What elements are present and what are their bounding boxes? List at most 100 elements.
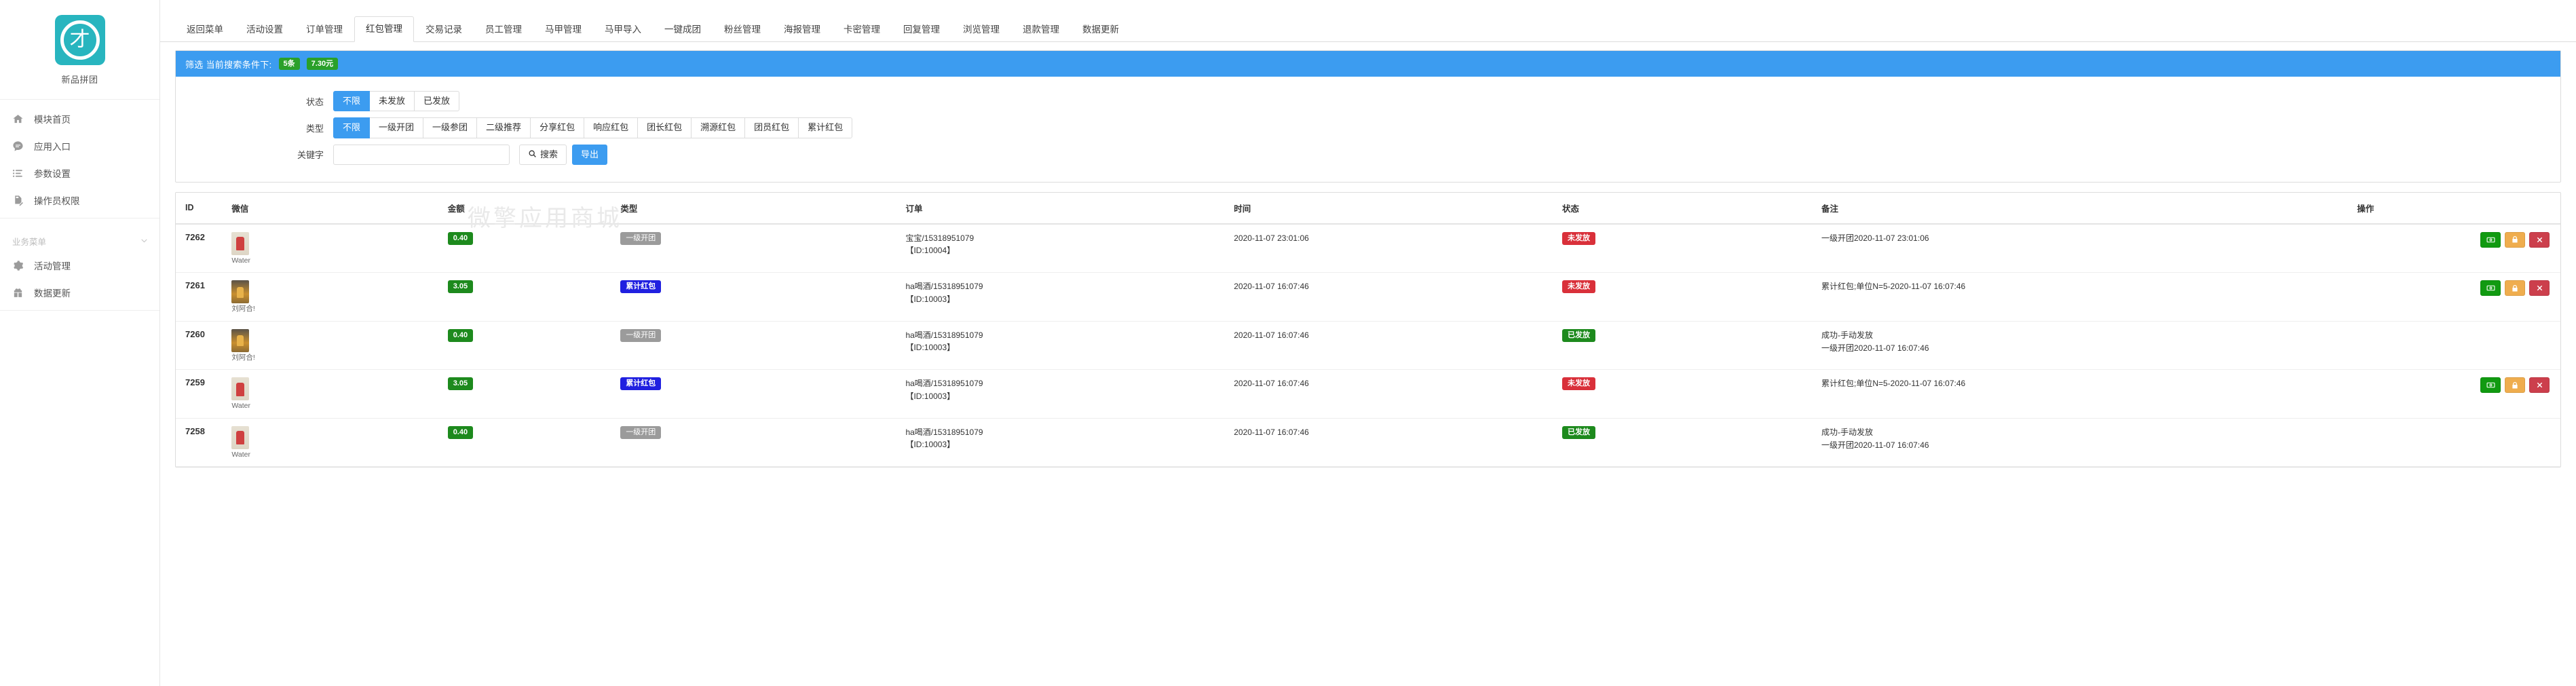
app-logo-icon: 才 xyxy=(54,15,105,65)
type-option-9[interactable]: 累计红包 xyxy=(798,117,853,138)
cell-status: 未发放 xyxy=(1558,272,1817,322)
status-badge: 未发放 xyxy=(1562,377,1596,391)
sidebar-item-module-home[interactable]: 模块首页 xyxy=(0,105,159,132)
tab-label: 马甲导入 xyxy=(605,24,641,35)
gift-icon xyxy=(12,287,34,299)
type-option-5[interactable]: 响应红包 xyxy=(584,117,639,138)
money-icon-button[interactable] xyxy=(2480,280,2501,297)
status-badge: 已发放 xyxy=(1562,328,1596,342)
tab-10[interactable]: 海报管理 xyxy=(772,17,832,42)
top-tabbar: 返回菜单 活动设置 订单管理 红包管理 交易记录 员工管理 马甲管理 马甲导入 一键成团 粉丝管理… xyxy=(160,0,2576,42)
type-option-0[interactable]: 不限 xyxy=(333,117,371,138)
cell-remark: 成功-手动发放 一级开团2020-11-07 16:07:46 xyxy=(1817,418,2353,468)
status-option-1[interactable]: 未发放 xyxy=(369,91,415,112)
lock-icon-button[interactable] xyxy=(2505,280,2525,297)
type-option-2[interactable]: 一级参团 xyxy=(423,117,478,138)
sidebar-item-data-update[interactable]: 数据更新 xyxy=(0,279,159,306)
type-option-4[interactable]: 分享红包 xyxy=(530,117,585,138)
brand-name: 新品拼团 xyxy=(61,75,98,85)
status-option-2[interactable]: 已发放 xyxy=(414,91,460,112)
tab-label: 活动设置 xyxy=(246,24,283,35)
cell-status: 已发放 xyxy=(1558,418,1817,468)
cell-amount: 3.05 xyxy=(443,272,617,322)
option-label: 未发放 xyxy=(379,96,406,106)
order-main: ha喝酒/15318951079 xyxy=(905,282,983,292)
money-icon-button[interactable] xyxy=(2480,377,2501,394)
tab-4[interactable]: 交易记录 xyxy=(414,17,474,42)
sidebar-item-activity-management[interactable]: 活动管理 xyxy=(0,252,159,279)
tab-7[interactable]: 马甲导入 xyxy=(593,17,653,42)
close-icon-button[interactable] xyxy=(2529,377,2550,394)
tab-label: 海报管理 xyxy=(784,24,820,35)
tab-5[interactable]: 员工管理 xyxy=(474,17,533,42)
search-input[interactable] xyxy=(333,144,510,165)
tab-8[interactable]: 一键成团 xyxy=(653,17,713,42)
tab-14[interactable]: 退款管理 xyxy=(1011,17,1071,42)
tab-1[interactable]: 活动设置 xyxy=(235,17,295,42)
tab-9[interactable]: 粉丝管理 xyxy=(713,17,772,42)
money-icon-button[interactable] xyxy=(2480,231,2501,248)
cell-action xyxy=(2353,369,2560,419)
order-main: ha喝酒/15318951079 xyxy=(905,427,983,437)
sidebar-item-params[interactable]: 参数设置 xyxy=(0,159,159,187)
wechat-nickname: Water xyxy=(231,450,251,459)
tab-13[interactable]: 浏览管理 xyxy=(951,17,1011,42)
type-badge: 一级开团 xyxy=(620,425,662,439)
amount-badge: 0.40 xyxy=(447,231,474,245)
tab-0[interactable]: 返回菜单 xyxy=(175,17,235,42)
tab-label: 卡密管理 xyxy=(844,24,880,35)
tab-label: 粉丝管理 xyxy=(724,24,761,35)
sidebar-business-group: 业务菜单 活动管理 数据更新 xyxy=(0,218,159,311)
order-main: ha喝酒/15318951079 xyxy=(905,330,983,340)
chevron-down-icon[interactable] xyxy=(140,236,149,247)
cell-order: ha喝酒/15318951079 【ID:10003】 xyxy=(901,272,1230,322)
sidebar-item-label: 应用入口 xyxy=(34,142,71,152)
cell-wechat: 刘阿合! xyxy=(227,321,444,370)
cell-remark: 一级开团2020-11-07 23:01:06 xyxy=(1817,223,2353,273)
row-id: 7261 xyxy=(185,280,205,291)
sidebar-group-title[interactable]: 业务菜单 xyxy=(0,224,159,252)
cell-wechat: Water xyxy=(227,418,444,468)
cell-status: 未发放 xyxy=(1558,369,1817,419)
wechat-nickname: Water xyxy=(231,256,251,265)
tab-2[interactable]: 订单管理 xyxy=(295,17,354,42)
option-label: 不限 xyxy=(343,96,361,106)
table-row: 7262 Water 0.40 一级开团 宝宝/15318951079 【ID:10004… xyxy=(176,223,2560,273)
row-id: 7260 xyxy=(185,328,205,339)
option-label: 一级参团 xyxy=(432,122,468,133)
option-label: 团长红包 xyxy=(647,122,683,133)
row-time: 2020-11-07 16:07:46 xyxy=(1234,330,1309,340)
cell-id: 7261 xyxy=(176,272,228,322)
tab-label: 订单管理 xyxy=(306,24,343,35)
close-icon-button[interactable] xyxy=(2529,280,2550,297)
option-label: 不限 xyxy=(343,122,361,133)
redpacket-table: ID 微信 金额 类型 订单 时间 状态 备注 操作 7262 Water 0.40… xyxy=(176,192,2560,468)
tab-3[interactable]: 红包管理 xyxy=(354,16,414,42)
wechat-nickname: 刘阿合! xyxy=(231,305,255,313)
type-option-6[interactable]: 团长红包 xyxy=(637,117,692,138)
type-option-3[interactable]: 二级推荐 xyxy=(476,117,531,138)
search-button[interactable]: 搜索 xyxy=(519,144,567,165)
type-option-7[interactable]: 溯源红包 xyxy=(691,117,746,138)
cell-status: 未发放 xyxy=(1558,223,1817,273)
tab-12[interactable]: 回复管理 xyxy=(892,17,951,42)
row-id: 7262 xyxy=(185,231,205,242)
lock-icon-button[interactable] xyxy=(2505,377,2525,394)
cell-order: ha喝酒/15318951079 【ID:10003】 xyxy=(901,321,1230,370)
main-area: 返回菜单 活动设置 订单管理 红包管理 交易记录 员工管理 马甲管理 马甲导入 一键成团 粉丝管理… xyxy=(160,0,2576,686)
sidebar-item-app-entry[interactable]: 应用入口 xyxy=(0,132,159,159)
export-button[interactable]: 导出 xyxy=(572,144,608,165)
type-option-1[interactable]: 一级开团 xyxy=(369,117,424,138)
cell-amount: 0.40 xyxy=(443,223,617,273)
sidebar-item-operator-permission[interactable]: 操作员权限 xyxy=(0,187,159,214)
cell-time: 2020-11-07 16:07:46 xyxy=(1230,418,1559,468)
tab-6[interactable]: 马甲管理 xyxy=(533,17,593,42)
type-option-8[interactable]: 团员红包 xyxy=(744,117,799,138)
column-header-order: 订单 xyxy=(901,192,1230,225)
status-option-0[interactable]: 不限 xyxy=(333,91,371,112)
cell-order: 宝宝/15318951079 【ID:10004】 xyxy=(901,223,1230,273)
tab-11[interactable]: 卡密管理 xyxy=(832,17,892,42)
lock-icon-button[interactable] xyxy=(2505,231,2525,248)
tab-15[interactable]: 数据更新 xyxy=(1071,17,1131,42)
close-icon-button[interactable] xyxy=(2529,231,2550,248)
